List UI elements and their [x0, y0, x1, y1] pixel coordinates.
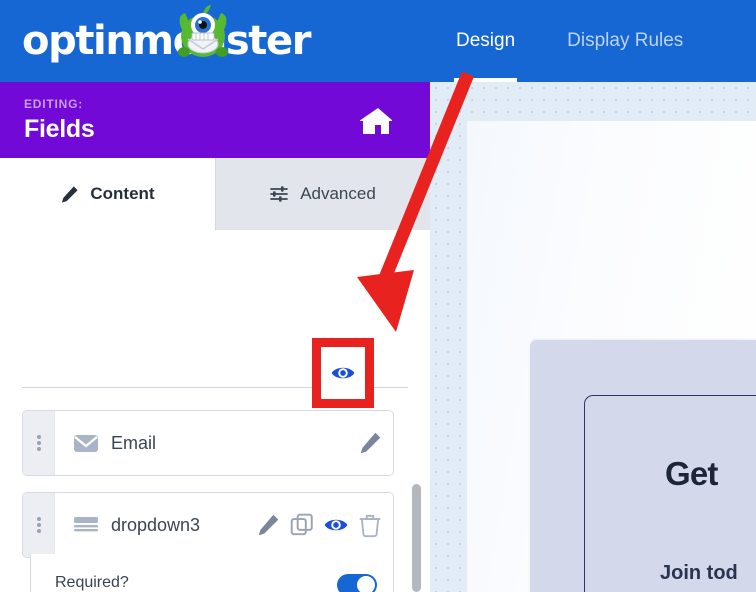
sliders-icon	[270, 186, 289, 202]
field-list-panel: Email dropdown3 Required?	[22, 396, 408, 592]
sidebar-scrollbar[interactable]	[412, 238, 421, 592]
row-actions-dropdown3	[255, 512, 393, 538]
tab-display-rules[interactable]: Display Rules	[541, 0, 709, 82]
field-label-email: Email	[111, 432, 157, 453]
eye-icon[interactable]	[323, 512, 349, 538]
eye-icon-highlighted[interactable]	[330, 360, 356, 386]
pencil-icon[interactable]	[357, 430, 383, 456]
tab-design[interactable]: Design	[430, 0, 541, 82]
field-label-dropdown3: dropdown3	[111, 514, 201, 535]
preview-subheading: Join tod	[660, 562, 738, 584]
editing-title: Fields	[24, 115, 95, 143]
table-row[interactable]: Email	[22, 410, 394, 476]
duplicate-icon[interactable]	[289, 512, 315, 538]
setting-row-required: Required?	[31, 554, 395, 592]
pencil-icon[interactable]	[255, 512, 281, 538]
pencil-icon	[62, 185, 78, 203]
drag-handle-email[interactable]	[23, 411, 55, 475]
required-toggle[interactable]	[337, 574, 377, 592]
sidebar-scrollbar-thumb[interactable]	[412, 484, 421, 592]
row-actions-email	[357, 430, 393, 456]
tab-content-label: Content	[90, 184, 155, 203]
tab-advanced-label: Advanced	[300, 184, 376, 203]
dropdown-lines-icon	[74, 517, 98, 532]
top-bar: optinmonster Design Display Rules	[0, 0, 756, 82]
table-row[interactable]: dropdown3	[22, 492, 394, 558]
campaign-preview[interactable]	[430, 82, 756, 592]
setting-label-required: Required?	[55, 574, 129, 591]
envelope-icon	[74, 435, 98, 452]
tab-content[interactable]: Content	[0, 158, 215, 230]
field-settings-panel: Required? Placeholder Make your selectio…	[30, 554, 394, 592]
sidebar-tabs: Content Advanced	[0, 158, 430, 230]
top-nav: Design Display Rules	[430, 0, 709, 82]
preview-heading: Get	[665, 455, 718, 492]
editing-eyebrow: EDITING:	[24, 97, 84, 111]
monster-mascot-icon	[178, 5, 228, 57]
brand-logo[interactable]: optinmonster	[22, 14, 311, 68]
optinmonster-campaign-builder: optinmonster Design Display Rules EDITIN…	[0, 0, 756, 592]
tab-advanced[interactable]: Advanced	[215, 158, 430, 230]
editing-bar: EDITING: Fields	[0, 82, 430, 158]
home-icon[interactable]	[360, 106, 392, 136]
trash-icon[interactable]	[357, 512, 383, 538]
brand-logo-text: optinmonster	[22, 18, 311, 64]
drag-handle-dropdown3[interactable]	[23, 493, 55, 557]
